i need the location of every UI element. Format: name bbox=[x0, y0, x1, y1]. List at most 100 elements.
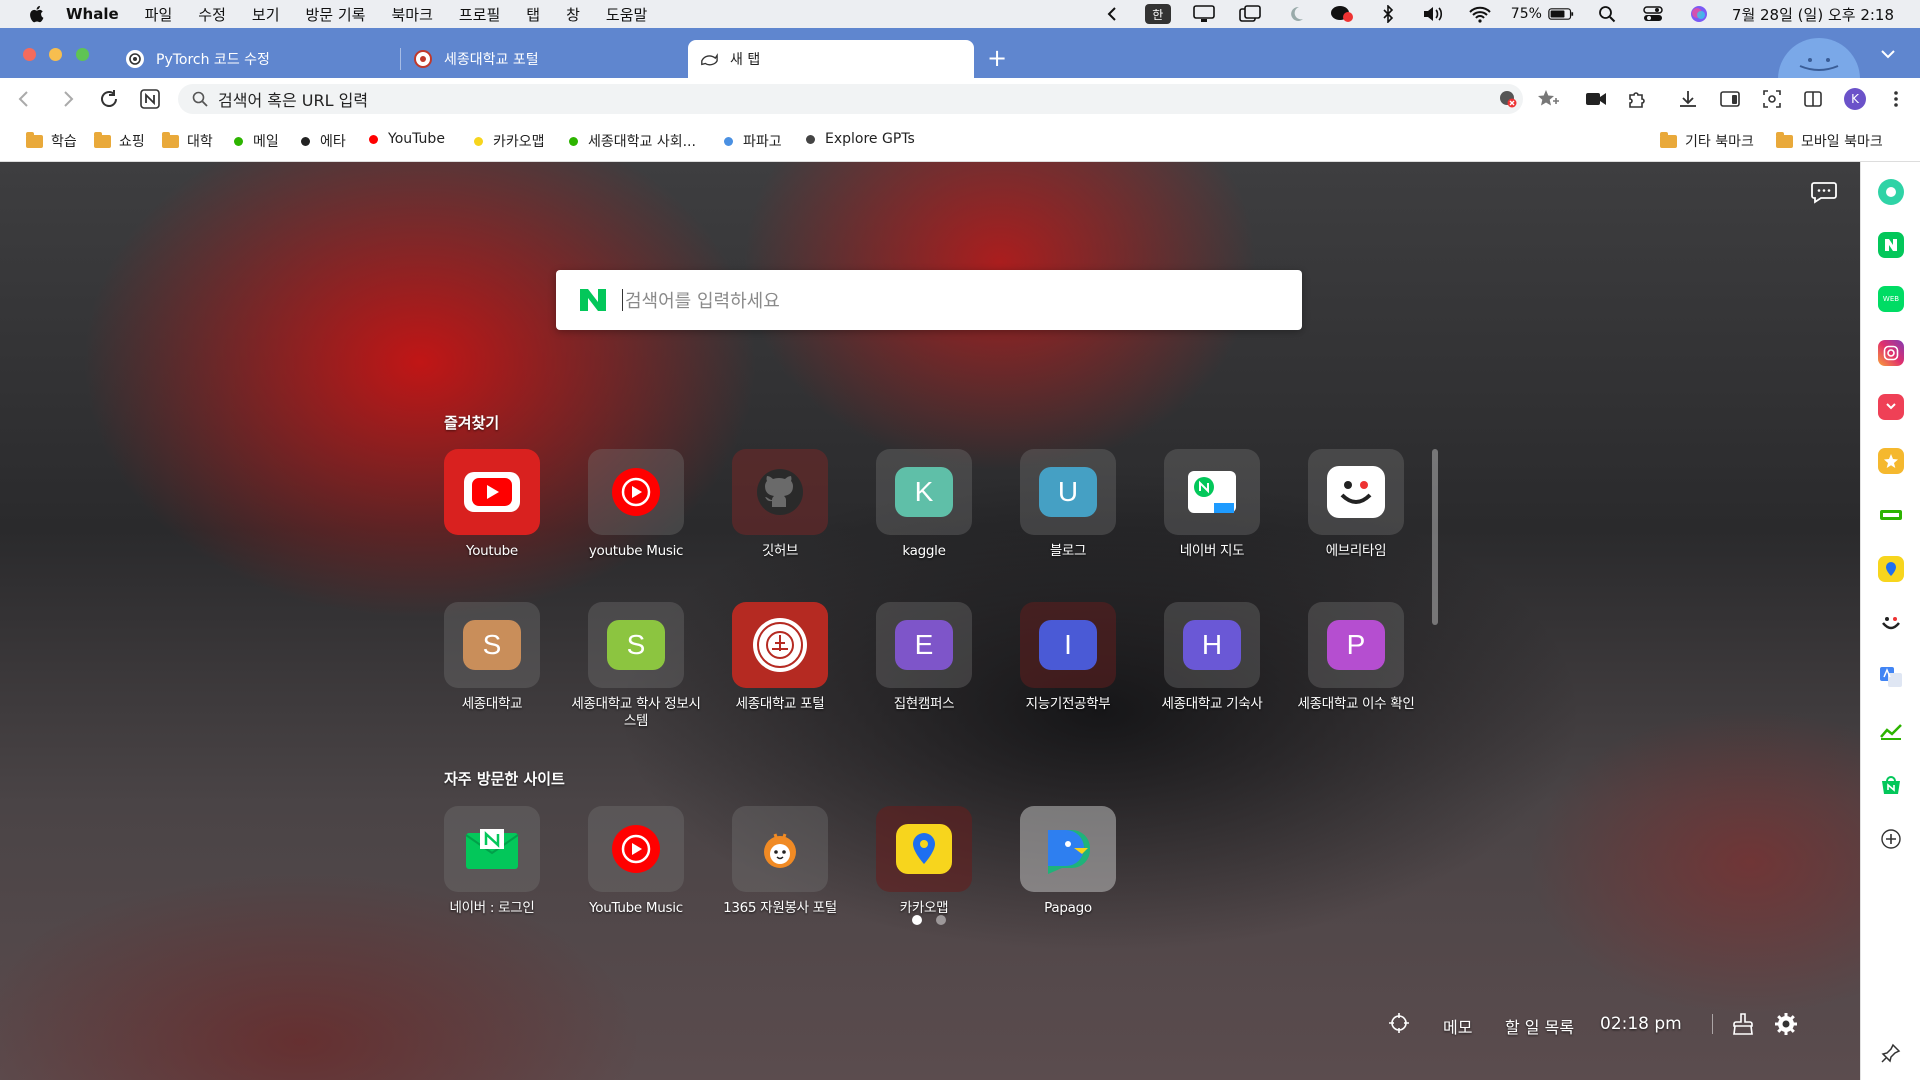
frequent-tile-naver-login[interactable]: 네이버 : 로그인 bbox=[427, 806, 557, 956]
chat-bubble-icon[interactable] bbox=[1810, 180, 1838, 204]
bookmark-mail[interactable]: 메일 bbox=[234, 131, 279, 151]
menu-profiles[interactable]: 프로필 bbox=[459, 4, 500, 25]
bookmark-folder-university[interactable]: 대학 bbox=[162, 131, 213, 151]
spotlight-search-icon[interactable] bbox=[1594, 4, 1620, 24]
todo-list-button[interactable]: 할 일 목록 bbox=[1505, 1014, 1574, 1038]
whale-space-icon[interactable] bbox=[1878, 179, 1904, 205]
bookmark-sejong-social[interactable]: 세종대학교 사회... bbox=[569, 131, 696, 151]
naver-home-icon[interactable] bbox=[138, 87, 162, 111]
memo-button[interactable]: 메모 bbox=[1443, 1014, 1472, 1038]
battery-icon[interactable] bbox=[1548, 4, 1574, 24]
control-center-icon[interactable] bbox=[1640, 4, 1666, 24]
bookmark-folder-mobile[interactable]: 모바일 북마크 bbox=[1776, 131, 1883, 151]
translate-sidebar-icon[interactable] bbox=[1878, 664, 1904, 690]
chat-app-icon[interactable] bbox=[1329, 4, 1355, 24]
page-indicator[interactable] bbox=[936, 915, 946, 925]
app-name-menu[interactable]: Whale bbox=[66, 5, 119, 23]
naver-sidebar-icon[interactable] bbox=[1878, 232, 1904, 258]
bookmark-everytime[interactable]: 에타 bbox=[301, 131, 346, 151]
favorite-tile-github[interactable]: 깃허브 bbox=[715, 449, 845, 599]
menu-file[interactable]: 파일 bbox=[145, 4, 173, 25]
frequent-tile-kakaomap[interactable]: 카카오맵 bbox=[859, 806, 989, 956]
everytime-sidebar-icon[interactable] bbox=[1878, 610, 1904, 636]
bookmark-folder-study[interactable]: 학습 bbox=[26, 131, 77, 151]
menu-window[interactable]: 창 bbox=[566, 4, 580, 25]
menu-tab[interactable]: 탭 bbox=[526, 4, 540, 25]
favorite-tile-sejong-portal[interactable]: 세종대학교 포털 bbox=[715, 602, 845, 752]
favorite-tile-sejong-completion[interactable]: P 세종대학교 이수 확인 bbox=[1291, 602, 1421, 752]
window-close-button[interactable] bbox=[23, 48, 36, 61]
bluetooth-icon[interactable] bbox=[1375, 4, 1401, 24]
add-sidebar-app-icon[interactable] bbox=[1878, 826, 1904, 852]
display-icon[interactable] bbox=[1191, 4, 1217, 24]
profile-avatar[interactable]: K bbox=[1843, 87, 1867, 111]
tab-pytorch[interactable]: PyTorch 코드 수정 bbox=[126, 40, 398, 78]
tab-new-tab[interactable]: 새 탭 bbox=[688, 40, 974, 78]
window-zoom-button[interactable] bbox=[76, 48, 89, 61]
extensions-puzzle-icon[interactable] bbox=[1625, 87, 1649, 111]
bookmark-folder-shopping[interactable]: 쇼핑 bbox=[94, 131, 145, 151]
favorites-scrollbar[interactable] bbox=[1432, 449, 1438, 625]
stock-chart-sidebar-icon[interactable] bbox=[1878, 718, 1904, 744]
chevron-left-icon[interactable] bbox=[1099, 4, 1125, 24]
wifi-icon[interactable] bbox=[1467, 4, 1493, 24]
naver-shopping-sidebar-icon[interactable] bbox=[1878, 772, 1904, 798]
settings-gear-icon[interactable] bbox=[1774, 1012, 1798, 1036]
tab-list-chevron-icon[interactable] bbox=[1880, 46, 1896, 62]
favorite-tile-jiphyeon-campus[interactable]: E 집현캠퍼스 bbox=[859, 602, 989, 752]
video-camera-icon[interactable] bbox=[1584, 87, 1608, 111]
download-icon[interactable] bbox=[1676, 87, 1700, 111]
frequent-tile-papago[interactable]: Papago bbox=[1003, 806, 1133, 956]
menu-history[interactable]: 방문 기록 bbox=[306, 4, 366, 25]
window-switch-icon[interactable] bbox=[1237, 4, 1263, 24]
favorite-tile-youtube-music[interactable]: youtube Music bbox=[571, 449, 701, 599]
bookmark-explore-gpts[interactable]: Explore GPTs bbox=[806, 131, 915, 147]
frequent-tile-1365-volunteer[interactable]: 1365 자원봉사 포털 bbox=[715, 806, 845, 956]
mobile-view-icon[interactable] bbox=[1718, 87, 1742, 111]
screen-capture-icon[interactable] bbox=[1760, 87, 1784, 111]
gesture-icon[interactable] bbox=[1388, 1012, 1412, 1036]
naver-search-box[interactable]: 검색어를 입력하세요 bbox=[556, 270, 1302, 330]
volume-icon[interactable] bbox=[1421, 4, 1447, 24]
favorite-tile-sejong-dormitory[interactable]: H 세종대학교 기숙사 bbox=[1147, 602, 1277, 752]
favorite-tile-blog[interactable]: U 블로그 bbox=[1003, 449, 1133, 599]
map-pin-sidebar-icon[interactable] bbox=[1878, 556, 1904, 582]
bookmark-folder-other[interactable]: 기타 북마크 bbox=[1660, 131, 1754, 151]
menubar-clock[interactable]: 7월 28일 (일) 오후 2:18 bbox=[1732, 4, 1894, 25]
bookmark-kakaomap[interactable]: 카카오맵 bbox=[474, 131, 545, 151]
moon-icon[interactable] bbox=[1283, 4, 1309, 24]
frequent-tile-youtube-music[interactable]: YouTube Music bbox=[571, 806, 701, 956]
tab-sejong-portal[interactable]: 세종대학교 포털 bbox=[414, 40, 686, 78]
favorite-tile-kaggle[interactable]: K kaggle bbox=[859, 449, 989, 599]
favorite-tile-sejong-academic[interactable]: S 세종대학교 학사 정보시스템 bbox=[571, 602, 701, 752]
menu-edit[interactable]: 수정 bbox=[198, 4, 226, 25]
apple-menu-icon[interactable] bbox=[28, 5, 44, 23]
favorite-tile-everytime[interactable]: 에브리타임 bbox=[1291, 449, 1421, 599]
new-tab-button[interactable]: + bbox=[987, 46, 1007, 70]
address-bar[interactable]: 검색어 혹은 URL 입력 bbox=[178, 84, 1523, 114]
siri-icon[interactable] bbox=[1686, 4, 1712, 24]
split-view-icon[interactable] bbox=[1801, 87, 1825, 111]
ticket-sidebar-icon[interactable] bbox=[1878, 502, 1904, 528]
window-minimize-button[interactable] bbox=[49, 48, 62, 61]
favorite-tile-intelligent-mechatronics[interactable]: I 지능기전공학부 bbox=[1003, 602, 1133, 752]
clock-widget[interactable]: 02:18 pm bbox=[1600, 1014, 1682, 1034]
forward-arrow-icon[interactable] bbox=[56, 87, 80, 111]
page-indicator-active[interactable] bbox=[912, 915, 922, 925]
input-source-indicator[interactable]: 한 bbox=[1144, 4, 1171, 24]
favorites-star-sidebar-icon[interactable] bbox=[1878, 448, 1904, 474]
menu-help[interactable]: 도움말 bbox=[606, 4, 647, 25]
pocket-sidebar-icon[interactable] bbox=[1878, 394, 1904, 420]
reload-icon[interactable] bbox=[97, 87, 121, 111]
webtoon-sidebar-icon[interactable]: WEB bbox=[1878, 286, 1904, 312]
bookmark-youtube[interactable]: YouTube bbox=[369, 131, 445, 147]
back-arrow-icon[interactable] bbox=[12, 87, 36, 111]
favorite-tile-naver-map[interactable]: 네이버 지도 bbox=[1147, 449, 1277, 599]
bookmark-star-icon[interactable] bbox=[1536, 87, 1560, 111]
pin-sidebar-icon[interactable] bbox=[1878, 1040, 1904, 1066]
favorite-tile-youtube[interactable]: Youtube bbox=[427, 449, 557, 599]
site-blocked-icon[interactable] bbox=[1499, 90, 1517, 108]
instagram-sidebar-icon[interactable] bbox=[1878, 340, 1904, 366]
bookmark-papago[interactable]: 파파고 bbox=[724, 131, 782, 151]
menu-bookmarks[interactable]: 북마크 bbox=[391, 4, 432, 25]
